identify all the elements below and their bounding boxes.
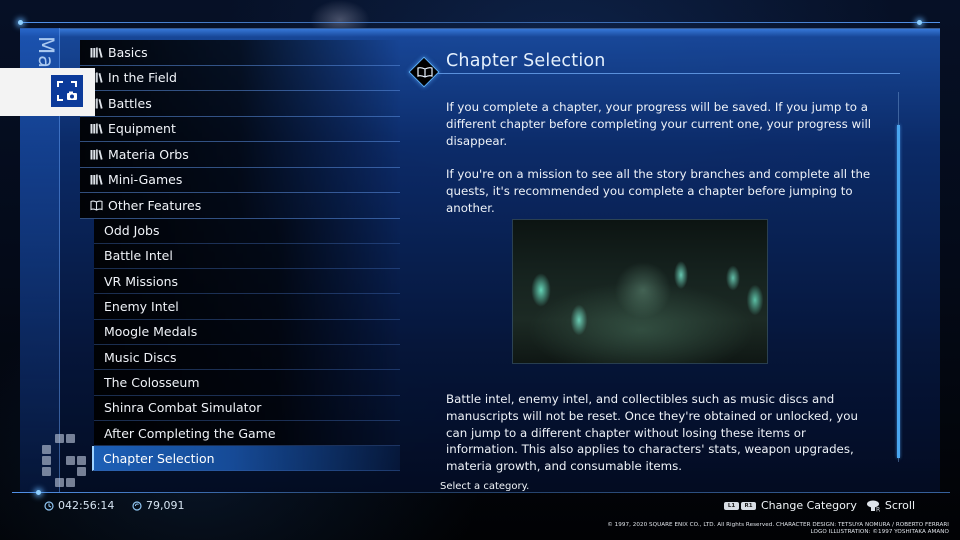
subcategory-label: Odd Jobs — [104, 223, 160, 239]
bottom-frame-rail — [12, 492, 950, 493]
content-body-after-image: Battle intel, enemy intel, and collectib… — [446, 391, 876, 475]
subcategory-label: VR Missions — [104, 273, 179, 289]
content-paragraph: If you're on a mission to see all the st… — [446, 167, 871, 215]
category-item-in-the-field[interactable]: In the Field — [80, 65, 400, 91]
subcategory-label: Music Discs — [104, 349, 177, 365]
subcategory-label: Chapter Selection — [103, 450, 215, 466]
subcategory-item-moogle-medals[interactable]: Moogle Medals — [94, 319, 400, 345]
scrollbar-thumb[interactable] — [897, 125, 900, 459]
decorative-blocks — [40, 434, 90, 494]
content-paragraph: Battle intel, enemy intel, and collectib… — [446, 392, 858, 474]
subcategory-item-battle-intel[interactable]: Battle Intel — [94, 243, 400, 270]
books-icon — [90, 174, 103, 186]
books-icon — [90, 148, 103, 160]
category-item-materia-orbs[interactable]: Materia Orbs — [80, 142, 400, 168]
open-book-icon — [90, 199, 103, 211]
category-item-equipment[interactable]: Equipment — [80, 116, 400, 142]
subcategory-list: Odd Jobs Battle Intel VR Missions Enemy Int… — [92, 218, 400, 472]
subcategory-label: Moogle Medals — [104, 324, 198, 340]
category-label: Battles — [108, 95, 152, 111]
screenshot-button[interactable] — [51, 75, 83, 107]
category-label: In the Field — [108, 70, 177, 86]
clock-icon — [44, 500, 54, 511]
subcategory-item-the-colosseum[interactable]: The Colosseum — [94, 370, 400, 396]
subcategory-label: Battle Intel — [104, 248, 173, 264]
subcategory-item-shinra-combat-simulator[interactable]: Shinra Combat Simulator — [94, 395, 400, 421]
subcategory-label: Enemy Intel — [104, 299, 179, 315]
category-item-mini-games[interactable]: Mini-Games — [80, 167, 400, 193]
gil-value: 79,091 — [146, 499, 185, 512]
books-icon — [90, 123, 103, 135]
midgar-illustration — [512, 219, 768, 364]
rail-node — [917, 20, 922, 25]
play-time: 042:56:14 — [44, 499, 114, 512]
subcategory-item-enemy-intel[interactable]: Enemy Intel — [94, 294, 400, 320]
category-label: Materia Orbs — [108, 146, 189, 162]
category-item-battles[interactable]: Battles — [80, 91, 400, 117]
rail-node — [36, 490, 41, 495]
status-hint: Select a category. — [440, 481, 530, 492]
subcategory-item-after-completing-the-game[interactable]: After Completing the Game — [94, 420, 400, 447]
subcategory-item-music-discs[interactable]: Music Discs — [94, 344, 400, 371]
subcategory-item-chapter-selection[interactable]: Chapter Selection — [92, 446, 400, 472]
gil-icon — [132, 500, 142, 511]
content-title: Chapter Selection — [446, 51, 606, 71]
right-stick-icon: R — [866, 500, 880, 512]
content-body: If you complete a chapter, your progress… — [446, 99, 876, 233]
subcategory-item-odd-jobs[interactable]: Odd Jobs — [94, 218, 400, 244]
subcategory-item-vr-missions[interactable]: VR Missions — [94, 269, 400, 295]
content-paragraph: If you complete a chapter, your progress… — [446, 100, 872, 148]
gil-count: 79,091 — [132, 499, 185, 512]
r1-button-icon: R1 — [740, 501, 756, 510]
category-label: Basics — [108, 44, 148, 60]
rail-node — [18, 20, 23, 25]
category-item-basics[interactable]: Basics — [80, 40, 400, 66]
screen-capture-icon — [57, 81, 77, 101]
category-item-other-features[interactable]: Other Features — [80, 193, 400, 219]
control-hints: L1 R1 Change Category R Scroll — [723, 499, 915, 512]
play-time-value: 042:56:14 — [58, 499, 115, 512]
svg-text:R: R — [876, 506, 880, 512]
category-label: Mini-Games — [108, 172, 183, 188]
books-icon — [90, 46, 103, 58]
l1-button-icon: L1 — [723, 501, 739, 510]
open-book-icon — [417, 67, 433, 78]
copyright-line: LOGO ILLUSTRATION: ©1997 YOSHITAKA AMANO — [810, 529, 949, 536]
subcategory-label: Shinra Combat Simulator — [104, 400, 262, 416]
copyright-notice: © 1997, 2020 SQUARE ENIX CO., LTD. All R… — [607, 522, 949, 537]
category-label: Equipment — [108, 121, 176, 137]
subcategory-label: The Colosseum — [104, 374, 200, 390]
change-category-label: Change Category — [760, 499, 857, 512]
scroll-label: Scroll — [884, 499, 915, 512]
top-frame-rail — [20, 22, 940, 23]
subcategory-label: After Completing the Game — [104, 425, 276, 441]
category-label: Other Features — [108, 197, 202, 213]
category-list: Basics In the Field Battles Equipment Materi… — [80, 40, 400, 472]
